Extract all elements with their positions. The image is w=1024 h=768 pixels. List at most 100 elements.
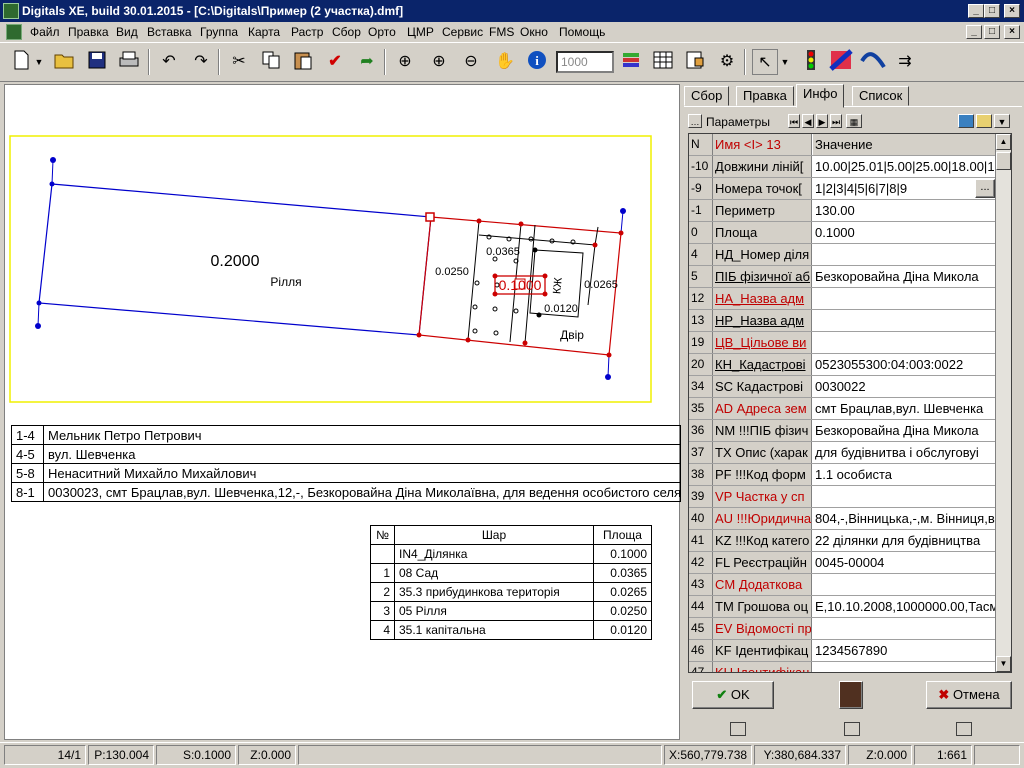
next-record-icon[interactable]: ▶ xyxy=(816,114,828,128)
ok-button[interactable]: ✔ OK xyxy=(692,681,774,709)
row-value[interactable]: 130.00 xyxy=(813,200,997,221)
row-value[interactable]: 1234567890 xyxy=(813,640,997,661)
grid-scrollbar[interactable]: ▲ ▼ xyxy=(995,134,1011,672)
grid-view-icon[interactable]: ▦ xyxy=(846,114,862,128)
row-value[interactable]: 1|2|3|4|5|6|7|8|9 xyxy=(813,178,997,199)
row-value[interactable]: Безкоровайна Діна Микола xyxy=(813,420,997,441)
mdi-restore-button[interactable]: □ xyxy=(984,25,1000,39)
table-icon[interactable] xyxy=(650,49,676,75)
new-icon[interactable] xyxy=(8,49,34,75)
grid-row[interactable]: 37 TX Опис (харак для будівнитва і обслуго… xyxy=(689,442,997,464)
prev-record-icon[interactable]: ◀ xyxy=(802,114,814,128)
row-value[interactable]: для будівнитва і обслуговуі xyxy=(813,442,997,463)
grid-row[interactable]: 35 AD Адреса зем смт Брацлав,вул. Шевченка xyxy=(689,398,997,420)
arrows-icon[interactable]: ⇉ xyxy=(892,49,918,75)
menu-service[interactable]: Сервис xyxy=(442,24,483,40)
copy-icon[interactable] xyxy=(258,49,284,75)
row-value[interactable] xyxy=(813,486,997,507)
minimize-button[interactable]: _ xyxy=(968,4,984,18)
apply-icon[interactable]: ➦ xyxy=(354,49,380,75)
first-record-icon[interactable]: ⏮ xyxy=(788,114,800,128)
layers-icon[interactable] xyxy=(618,49,644,75)
grid-row[interactable]: 47 KU Ідентифікац xyxy=(689,662,997,672)
save-icon[interactable] xyxy=(84,49,110,75)
menu-map[interactable]: Карта xyxy=(248,24,280,40)
header-n[interactable]: N xyxy=(689,134,713,155)
grid-row[interactable]: 41 KZ !!!Код катего 22 ділянки для будівни… xyxy=(689,530,997,552)
row-value[interactable]: 0045-00004 xyxy=(813,552,997,573)
report-icon[interactable] xyxy=(682,49,708,75)
cut-icon[interactable]: ✂ xyxy=(226,49,252,75)
menu-window[interactable]: Окно xyxy=(520,24,548,40)
row-value[interactable]: 0030022 xyxy=(813,376,997,397)
row-value[interactable]: E,10.10.2008,1000000.00,Тасм xyxy=(813,596,997,617)
header-name[interactable]: Имя <I> 13 xyxy=(713,134,812,155)
row-value[interactable] xyxy=(813,310,997,331)
map-view[interactable]: 0.2000 Рілля 0.0365 0.0250 0.1000 0.0265… xyxy=(4,84,681,740)
folder-icon[interactable] xyxy=(976,114,992,128)
traffic-icon[interactable] xyxy=(798,49,824,75)
layout-left-icon[interactable] xyxy=(730,722,746,736)
grid-row[interactable]: 42 FL Реєстраційн 0045-00004 xyxy=(689,552,997,574)
grid-row[interactable]: 19 ЦВ_Цільове ви xyxy=(689,332,997,354)
grid-row[interactable]: 34 SC Кадастрові 0030022 xyxy=(689,376,997,398)
close-button[interactable]: × xyxy=(1004,4,1020,18)
row-value[interactable]: смт Брацлав,вул. Шевченка xyxy=(813,398,997,419)
grid-row[interactable]: 40 AU !!!Юридична 804,-,Вінницька,-,м. Він… xyxy=(689,508,997,530)
settings-icon[interactable]: ⚙ xyxy=(714,49,740,75)
preview-eye-icon[interactable] xyxy=(839,681,863,709)
grid-row[interactable]: 44 TM Грошова оц E,10.10.2008,1000000.00,Т… xyxy=(689,596,997,618)
row-value[interactable]: Безкоровайна Діна Микола xyxy=(813,266,997,287)
menu-insert[interactable]: Вставка xyxy=(147,24,192,40)
redo-icon[interactable]: ↷ xyxy=(188,49,214,75)
print-icon[interactable] xyxy=(116,49,142,75)
grid-row[interactable]: -9 Номера точок[1|2|3|4|5|6|7|8|9... xyxy=(689,178,997,200)
grid-row[interactable]: 36 NM !!!ПІБ фізич Безкоровайна Діна Микол… xyxy=(689,420,997,442)
grid-row[interactable]: 4 НД_Номер діля xyxy=(689,244,997,266)
menu-dem[interactable]: ЦМР xyxy=(407,24,434,40)
zoom-in-icon[interactable]: ⊕ xyxy=(426,49,452,75)
row-value[interactable]: 804,-,Вінницька,-,м. Вінниця,в xyxy=(813,508,997,529)
row-value[interactable] xyxy=(813,288,997,309)
tab-edit[interactable]: Правка xyxy=(736,86,794,106)
cancel-button[interactable]: ✖ Отмена xyxy=(926,681,1012,709)
row-value[interactable] xyxy=(813,332,997,353)
row-value[interactable]: 0.1000 xyxy=(813,222,997,243)
zoom-window-icon[interactable]: ⊕ xyxy=(392,49,418,75)
info-icon[interactable]: i xyxy=(524,49,550,75)
tab-info[interactable]: Инфо xyxy=(796,84,845,108)
menu-ortho[interactable]: Орто xyxy=(368,24,396,40)
select-icon[interactable]: ↖ xyxy=(752,49,778,75)
row-value[interactable] xyxy=(813,574,997,595)
pan-hand-icon[interactable]: ✋ xyxy=(492,49,518,75)
zoom-out-icon[interactable]: ⊖ xyxy=(458,49,484,75)
header-value[interactable]: Значение xyxy=(813,134,997,155)
grid-row[interactable]: 45 EV Відомості пр xyxy=(689,618,997,640)
row-value[interactable]: 22 ділянки для будівництва xyxy=(813,530,997,551)
mdi-close-button[interactable]: × xyxy=(1004,25,1020,39)
grid-row[interactable]: 46 KF Ідентифікац 1234567890 xyxy=(689,640,997,662)
menu-group[interactable]: Группа xyxy=(200,24,238,40)
tab-list[interactable]: Список xyxy=(852,86,910,106)
grid-row[interactable]: 13 НР_Назва адм xyxy=(689,310,997,332)
params-menu-button[interactable]: … xyxy=(688,114,702,128)
open-icon[interactable] xyxy=(52,49,78,75)
monitor-icon[interactable] xyxy=(958,114,974,128)
mdi-minimize-button[interactable]: _ xyxy=(966,25,982,39)
check-icon[interactable]: ✔ xyxy=(322,49,348,75)
grid-row[interactable]: 5 ПІБ фізичної аб Безкоровайна Діна Микола xyxy=(689,266,997,288)
layout-center-icon[interactable] xyxy=(844,722,860,736)
params-dropdown-icon[interactable]: ▼ xyxy=(994,114,1010,128)
last-record-icon[interactable]: ⏭ xyxy=(830,114,842,128)
scroll-down-icon[interactable]: ▼ xyxy=(996,656,1011,672)
menu-file[interactable]: Файл xyxy=(30,24,60,40)
layout-right-icon[interactable] xyxy=(956,722,972,736)
select-dropdown-icon[interactable]: ▼ xyxy=(778,49,792,75)
row-value[interactable] xyxy=(813,662,997,672)
row-value[interactable] xyxy=(813,244,997,265)
maximize-button[interactable]: □ xyxy=(984,4,1000,18)
menu-raster[interactable]: Растр xyxy=(291,24,323,40)
document-icon[interactable] xyxy=(6,24,22,40)
scroll-up-icon[interactable]: ▲ xyxy=(996,134,1011,150)
grid-row[interactable]: 38 PF !!!Код форм 1.1 особиста xyxy=(689,464,997,486)
